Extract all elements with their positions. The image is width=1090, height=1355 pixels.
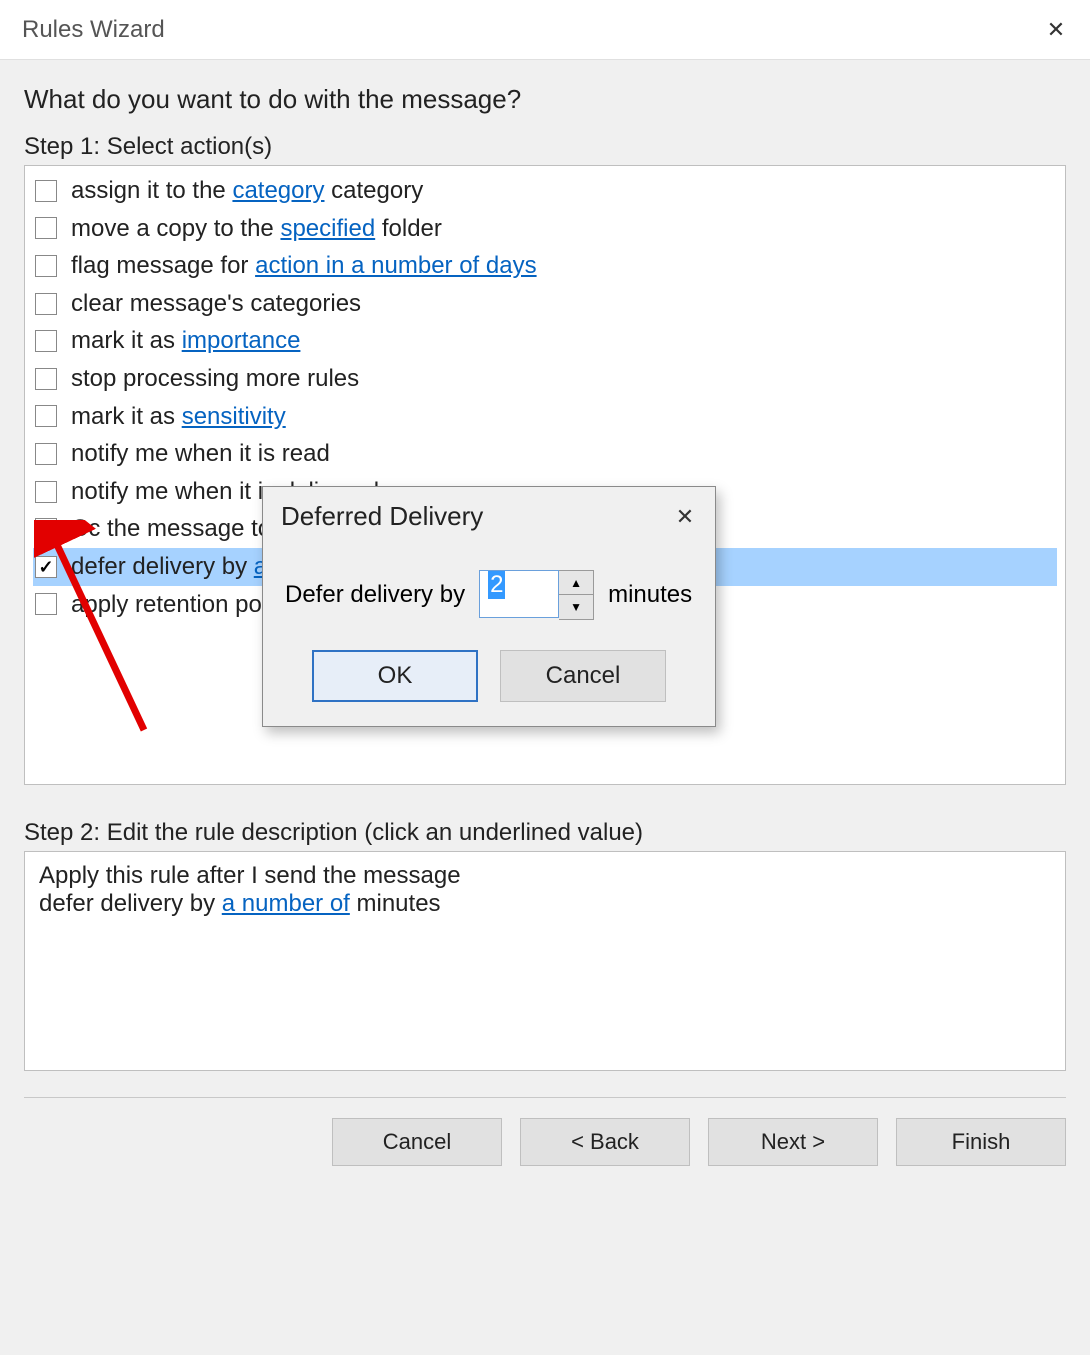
defer-label: Defer delivery by	[285, 581, 465, 609]
action-row[interactable]: clear message's categories	[33, 285, 1057, 323]
action-checkbox[interactable]	[35, 481, 57, 503]
action-row[interactable]: stop processing more rules	[33, 360, 1057, 398]
rule-desc-link-number[interactable]: a number of	[222, 890, 350, 917]
dialog-titlebar: Deferred Delivery ✕	[263, 487, 715, 540]
action-checkbox[interactable]	[35, 593, 57, 615]
page-heading: What do you want to do with the message?	[24, 84, 1066, 115]
action-row[interactable]: mark it as importance	[33, 322, 1057, 360]
action-label: stop processing more rules	[71, 362, 359, 396]
back-button[interactable]: < Back	[520, 1118, 690, 1166]
action-row[interactable]: assign it to the category category	[33, 172, 1057, 210]
step2-label: Step 2: Edit the rule description (click…	[24, 819, 1066, 847]
titlebar: Rules Wizard ✕	[0, 0, 1090, 60]
defer-unit: minutes	[608, 581, 692, 609]
action-checkbox[interactable]	[35, 556, 57, 578]
action-checkbox[interactable]	[35, 180, 57, 202]
action-label: clear message's categories	[71, 287, 361, 321]
dialog-cancel-button[interactable]: Cancel	[500, 650, 666, 702]
action-label: move a copy to the specified folder	[71, 212, 442, 246]
wizard-buttons: Cancel < Back Next > Finish	[24, 1118, 1066, 1166]
cancel-button[interactable]: Cancel	[332, 1118, 502, 1166]
action-checkbox[interactable]	[35, 405, 57, 427]
spinner-up-icon[interactable]: ▲	[559, 571, 593, 595]
action-link[interactable]: category	[232, 177, 324, 204]
dialog-title: Deferred Delivery	[281, 501, 483, 532]
action-checkbox[interactable]	[35, 518, 57, 540]
action-label: flag message for action in a number of d…	[71, 249, 537, 283]
action-link[interactable]: importance	[182, 327, 301, 354]
action-row[interactable]: mark it as sensitivity	[33, 398, 1057, 436]
window-title: Rules Wizard	[22, 16, 165, 44]
action-link[interactable]: action in a number of days	[255, 252, 537, 279]
action-label: defer delivery by a	[71, 550, 267, 584]
close-icon[interactable]: ✕	[1044, 17, 1068, 43]
action-checkbox[interactable]	[35, 330, 57, 352]
deferred-delivery-dialog: Deferred Delivery ✕ Defer delivery by 2 …	[262, 486, 716, 727]
minutes-input[interactable]: 2	[479, 570, 559, 618]
step1-label: Step 1: Select action(s)	[24, 133, 1066, 161]
action-label: mark it as sensitivity	[71, 400, 286, 434]
rule-description-box: Apply this rule after I send the message…	[24, 851, 1066, 1071]
action-label: Cc the message to	[71, 512, 271, 546]
finish-button[interactable]: Finish	[896, 1118, 1066, 1166]
action-link[interactable]: sensitivity	[182, 403, 286, 430]
action-row[interactable]: notify me when it is read	[33, 435, 1057, 473]
spinner-down-icon[interactable]: ▼	[559, 595, 593, 619]
action-row[interactable]: move a copy to the specified folder	[33, 210, 1057, 248]
rule-desc-line2: defer delivery by a number of minutes	[39, 890, 1051, 918]
action-checkbox[interactable]	[35, 293, 57, 315]
action-checkbox[interactable]	[35, 217, 57, 239]
minutes-spinner: 2 ▲ ▼	[479, 570, 594, 620]
next-button[interactable]: Next >	[708, 1118, 878, 1166]
action-label: notify me when it is read	[71, 437, 330, 471]
action-label: mark it as importance	[71, 324, 300, 358]
action-label: assign it to the category category	[71, 174, 423, 208]
rule-desc-line1: Apply this rule after I send the message	[39, 862, 1051, 890]
action-row[interactable]: flag message for action in a number of d…	[33, 247, 1057, 285]
dialog-ok-button[interactable]: OK	[312, 650, 478, 702]
action-link[interactable]: specified	[280, 215, 375, 242]
defer-row: Defer delivery by 2 ▲ ▼ minutes	[285, 570, 693, 620]
dialog-close-icon[interactable]: ✕	[673, 504, 697, 530]
action-checkbox[interactable]	[35, 443, 57, 465]
action-checkbox[interactable]	[35, 255, 57, 277]
action-checkbox[interactable]	[35, 368, 57, 390]
separator	[24, 1097, 1066, 1098]
action-label: apply retention po	[71, 588, 262, 622]
